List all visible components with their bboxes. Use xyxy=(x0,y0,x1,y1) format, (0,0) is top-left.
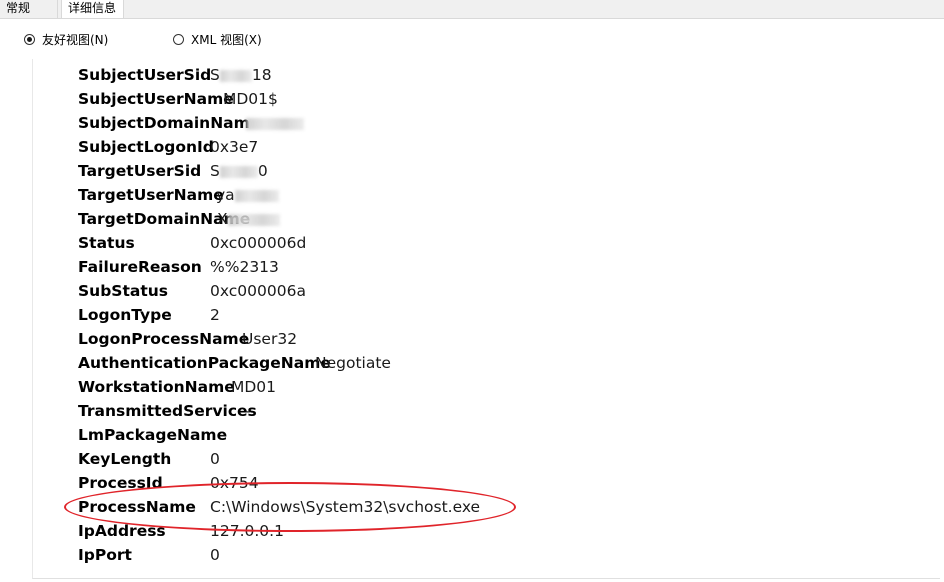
field-value: C:\Windows\System32\svchost.exe xyxy=(210,495,480,519)
field-key: TargetUserName xyxy=(78,186,224,204)
field-value-text: 0xc000006a xyxy=(210,282,306,300)
field-value-text: - xyxy=(245,402,251,420)
redacted-mask xyxy=(219,69,252,82)
field-key: FailureReason xyxy=(78,258,202,276)
field-value: %%2313 xyxy=(210,255,279,279)
field-value: Negotiate xyxy=(315,351,391,375)
field-value: 0xc000006a xyxy=(210,279,306,303)
field-value-text: 2 xyxy=(210,306,220,324)
field-value xyxy=(246,111,304,135)
field-key: SubjectDomainNam xyxy=(78,114,250,132)
field-value-text: 127.0.0.1 xyxy=(210,522,284,540)
field-value-text: S xyxy=(210,162,220,180)
field-value: 0x3e7 xyxy=(210,135,258,159)
redacted-mask xyxy=(234,189,279,202)
field-key: TargetUserSid xyxy=(78,162,202,180)
field-value-text: C:\Windows\System32\svchost.exe xyxy=(210,498,481,516)
field-value: - xyxy=(245,399,251,423)
redacted-mask xyxy=(219,165,258,178)
field-value-text: MD01$ xyxy=(223,90,278,108)
field-value: 2 xyxy=(210,303,220,327)
xml-view-label: XML 视图(X) xyxy=(191,33,262,47)
field-value-text: %%2313 xyxy=(210,258,279,276)
xml-view-radio[interactable]: XML 视图(X) xyxy=(173,31,262,48)
field-key: LmPackageName xyxy=(78,426,228,444)
field-key: TransmittedServices xyxy=(78,402,257,420)
field-key: Status xyxy=(78,234,135,252)
friendly-view-label: 友好视图(N) xyxy=(42,33,109,47)
field-value-text: 0 xyxy=(210,450,220,468)
field-value: S0 xyxy=(210,159,268,183)
field-value: MD01 xyxy=(231,375,276,399)
field-value: User32 xyxy=(242,327,297,351)
field-value-text: 0xc000006d xyxy=(210,234,307,252)
field-key: SubjectUserName xyxy=(78,90,234,108)
field-key: LogonType xyxy=(78,306,172,324)
field-value-tail: 18 xyxy=(251,66,272,84)
event-data-area[interactable]: SubjectUserSid S 18 SubjectUserName MD01$ Sub… xyxy=(32,59,940,579)
friendly-view-radio[interactable]: 友好视图(N) xyxy=(24,31,108,48)
tab-general[interactable]: 常规 xyxy=(0,0,58,19)
field-key: IpAddress xyxy=(78,522,166,540)
field-value-text: 0 xyxy=(210,546,220,564)
field-value: 127.0.0.1 xyxy=(210,519,284,543)
tab-details[interactable]: 详细信息 xyxy=(61,0,124,18)
field-value-text: Negotiate xyxy=(315,354,391,372)
field-value-text: 0x3e7 xyxy=(210,138,259,156)
tab-strip: 常规 详细信息 xyxy=(0,0,944,19)
field-key: SubjectUserSid xyxy=(78,66,212,84)
field-key: WorkstationName xyxy=(78,378,235,396)
field-value: S 18 xyxy=(210,63,272,87)
radio-unselected-icon[interactable] xyxy=(173,34,184,45)
radio-selected-icon[interactable] xyxy=(24,34,35,45)
field-value: ya xyxy=(216,183,279,207)
redacted-mask xyxy=(227,213,280,226)
field-key: LogonProcessName xyxy=(78,330,250,348)
field-value-tail: 0 xyxy=(257,162,268,180)
field-value: MD01$ xyxy=(223,87,278,111)
view-mode-selector: 友好视图(N) XML 视图(X) xyxy=(0,19,944,59)
details-panel: 友好视图(N) XML 视图(X) SubjectUserSid S 18 Subje… xyxy=(0,19,944,582)
field-value: - xyxy=(220,423,226,447)
field-value-text: User32 xyxy=(242,330,298,348)
field-value-text: 0x754 xyxy=(210,474,259,492)
field-key: ProcessId xyxy=(78,474,163,492)
field-value-text: - xyxy=(220,426,226,444)
field-key: SubStatus xyxy=(78,282,168,300)
field-key: ProcessName xyxy=(78,498,196,516)
field-key: AuthenticationPackageName xyxy=(78,354,331,372)
field-value: 0xc000006d xyxy=(210,231,306,255)
field-value: 0 xyxy=(210,543,220,567)
field-value-text: X xyxy=(217,210,228,228)
field-value: 0 xyxy=(210,447,220,471)
field-key: KeyLength xyxy=(78,450,172,468)
field-key: IpPort xyxy=(78,546,132,564)
field-value-text: S xyxy=(210,66,220,84)
field-value: 0x754 xyxy=(210,471,259,495)
field-key: SubjectLogonId xyxy=(78,138,214,156)
field-value: X xyxy=(217,207,280,231)
field-value-text: ya xyxy=(216,186,235,204)
field-value-text: MD01 xyxy=(231,378,277,396)
redacted-mask xyxy=(246,117,304,130)
